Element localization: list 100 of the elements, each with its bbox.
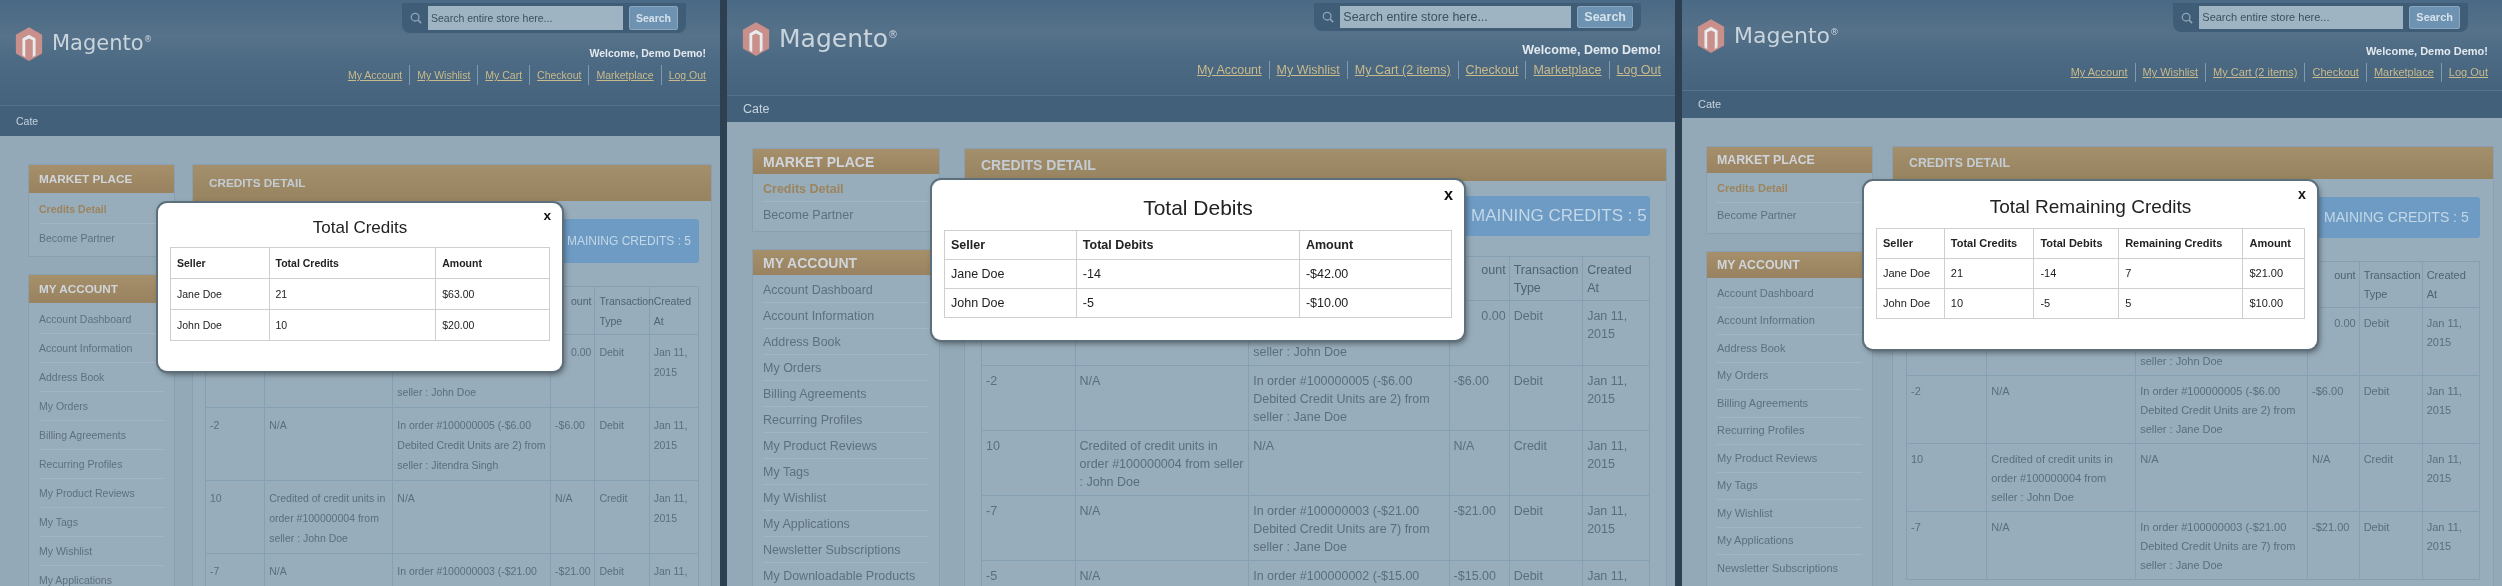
block-title: MARKET PLACE: [29, 165, 174, 193]
remaining-credits-button[interactable]: MAINING CREDITS : 5: [2318, 197, 2480, 238]
sidebar-item[interactable]: My Wishlist: [763, 485, 929, 511]
table-cell: Credit: [1513, 439, 1548, 453]
table-cell: -7: [1911, 521, 1921, 533]
table-cell: Jane Doe: [170, 278, 270, 309]
table-cell: N/A: [2140, 453, 2159, 465]
sidebar-item[interactable]: Credits Detail: [763, 176, 929, 202]
header-link[interactable]: Checkout: [2304, 63, 2366, 82]
sidebar-item[interactable]: Address Book: [1717, 335, 1862, 363]
sidebar-item[interactable]: My Tags: [763, 459, 929, 485]
column-header: Created At: [653, 295, 691, 327]
table-cell: -2: [1911, 385, 1921, 397]
sidebar-item[interactable]: Account Information: [763, 303, 929, 329]
sidebar-item[interactable]: My Orders: [763, 355, 929, 381]
table-cell: Jan 11, 2015: [2426, 521, 2462, 552]
header-link[interactable]: My Account: [2063, 63, 2135, 82]
table-cell: -5: [986, 569, 998, 583]
table-cell: Credited of credit units in order #100000004 from seller : John Doe: [1991, 453, 2113, 503]
close-button[interactable]: x: [2296, 187, 2308, 202]
column-header: Remaining Credits: [2118, 228, 2243, 258]
search-button[interactable]: Search: [2409, 6, 2460, 29]
header-link[interactable]: My Account: [1189, 61, 1269, 79]
header-link[interactable]: My Cart: [477, 65, 530, 85]
table-cell: Debit: [2363, 317, 2390, 329]
sidebar-item[interactable]: Billing Agreements: [39, 421, 164, 450]
sidebar-item[interactable]: Become Partner: [1717, 202, 1862, 229]
sidebar-item[interactable]: My Orders: [1717, 362, 1862, 390]
header-link[interactable]: Log Out: [660, 65, 706, 85]
search-field[interactable]: Search entire store here...: [1340, 6, 1572, 28]
sidebar-item[interactable]: My Product Reviews: [1717, 445, 1862, 473]
popup-title: Total Credits: [311, 217, 409, 239]
header-link[interactable]: My Wishlist: [1268, 61, 1347, 79]
remaining-credits-button[interactable]: MAINING CREDITS : 5: [1465, 196, 1650, 236]
table-cell: -$6.00: [555, 419, 585, 431]
nav-item[interactable]: Cate: [743, 100, 770, 118]
sidebar-item[interactable]: Account Dashboard: [763, 277, 929, 303]
sidebar-item[interactable]: Recurring Profiles: [1717, 417, 1862, 445]
search-button[interactable]: Search: [1577, 6, 1633, 28]
sidebar-item[interactable]: Billing Agreements: [1717, 390, 1862, 418]
table-cell: -$21.00: [1453, 504, 1496, 518]
header-link[interactable]: Checkout: [529, 65, 589, 85]
table-cell: In order #100000002 (-$15.00: [1253, 569, 1420, 583]
table-cell: John Doe: [1876, 288, 1945, 318]
search-button[interactable]: Search: [628, 6, 678, 30]
header-link[interactable]: Checkout: [1457, 61, 1526, 79]
header-link[interactable]: Marketplace: [588, 65, 661, 85]
sidebar-item[interactable]: Newsletter Subscriptions: [763, 537, 929, 563]
nav-item[interactable]: Cate: [16, 111, 39, 131]
hexagon-logo-icon: [1696, 18, 1726, 54]
table-cell: -14: [1076, 259, 1300, 288]
table-cell: N/A: [1079, 569, 1101, 583]
remaining-credits-button[interactable]: MAINING CREDITS : 5: [561, 219, 699, 263]
header-link[interactable]: My Cart (2 items): [2205, 63, 2305, 82]
sidebar-item[interactable]: Credits Detail: [1717, 175, 1862, 203]
header-link[interactable]: My Wishlist: [2134, 63, 2206, 82]
header-link[interactable]: Log Out: [1608, 61, 1661, 79]
table-cell: 0.00: [1481, 309, 1506, 323]
sidebar-item[interactable]: My Downloadable Products: [763, 563, 929, 586]
table-cell: In order #100000005 (-$6.00 Debited Credit Units are 2) from seller : Jane Doe: [1253, 374, 1430, 424]
sidebar-item[interactable]: My Applications: [39, 566, 164, 586]
table-cell: -$21.00: [2312, 521, 2350, 533]
sidebar-item[interactable]: My Orders: [39, 392, 164, 421]
search-field[interactable]: Search entire store here...: [2199, 6, 2404, 29]
table-cell: Jan 11, 2015: [1587, 504, 1628, 536]
close-button[interactable]: x: [541, 209, 553, 223]
table-cell: Debit: [599, 565, 624, 577]
column-header: Transaction Type: [599, 295, 654, 327]
sidebar-item[interactable]: Become Partner: [763, 202, 929, 227]
logo-text: Magento$^{®}$: [52, 33, 152, 54]
sidebar-item[interactable]: Address Book: [763, 329, 929, 355]
sidebar-item[interactable]: My Wishlist: [39, 537, 164, 566]
header-link[interactable]: Marketplace: [2365, 63, 2441, 82]
table-cell: John Doe: [170, 309, 270, 340]
sidebar-item[interactable]: My Applications: [763, 511, 929, 537]
search-field[interactable]: Search entire store here...: [427, 6, 623, 30]
table-cell: -$6.00: [1453, 374, 1490, 388]
sidebar-item[interactable]: My Product Reviews: [763, 433, 929, 459]
header-link[interactable]: Log Out: [2440, 63, 2488, 82]
sidebar-item[interactable]: Newsletter Subscriptions: [1717, 555, 1862, 582]
header-link[interactable]: My Wishlist: [409, 65, 478, 85]
header-link[interactable]: My Cart (2 items): [1346, 61, 1458, 79]
sidebar-item[interactable]: Billing Agreements: [763, 381, 929, 407]
header-link[interactable]: Marketplace: [1525, 61, 1609, 79]
sidebar-item[interactable]: My Applications: [1717, 527, 1862, 555]
sidebar-item[interactable]: My Tags: [1717, 472, 1862, 500]
close-button[interactable]: x: [1441, 186, 1455, 203]
sidebar-item[interactable]: My Wishlist: [1717, 500, 1862, 528]
sidebar-item[interactable]: My Tags: [39, 508, 164, 537]
header-link[interactable]: My Account: [340, 65, 410, 85]
table-cell: Jan 11, 2015: [653, 346, 688, 378]
sidebar-item[interactable]: Recurring Profiles: [39, 450, 164, 479]
sidebar-item[interactable]: Recurring Profiles: [763, 407, 929, 433]
table-cell: Jan 11, 2015: [2426, 317, 2462, 348]
table-cell: In order #100000005 (-$6.00 Debited Credit Units are 2) from seller : Jitendra Singh: [397, 419, 546, 471]
sidebar-item[interactable]: My Product Reviews: [39, 479, 164, 508]
table-cell: Jan 11,: [1587, 569, 1628, 583]
popup-title: Total Debits: [1142, 195, 1254, 221]
table-cell: 5: [2118, 288, 2243, 318]
nav-item[interactable]: Cate: [1698, 95, 1722, 114]
